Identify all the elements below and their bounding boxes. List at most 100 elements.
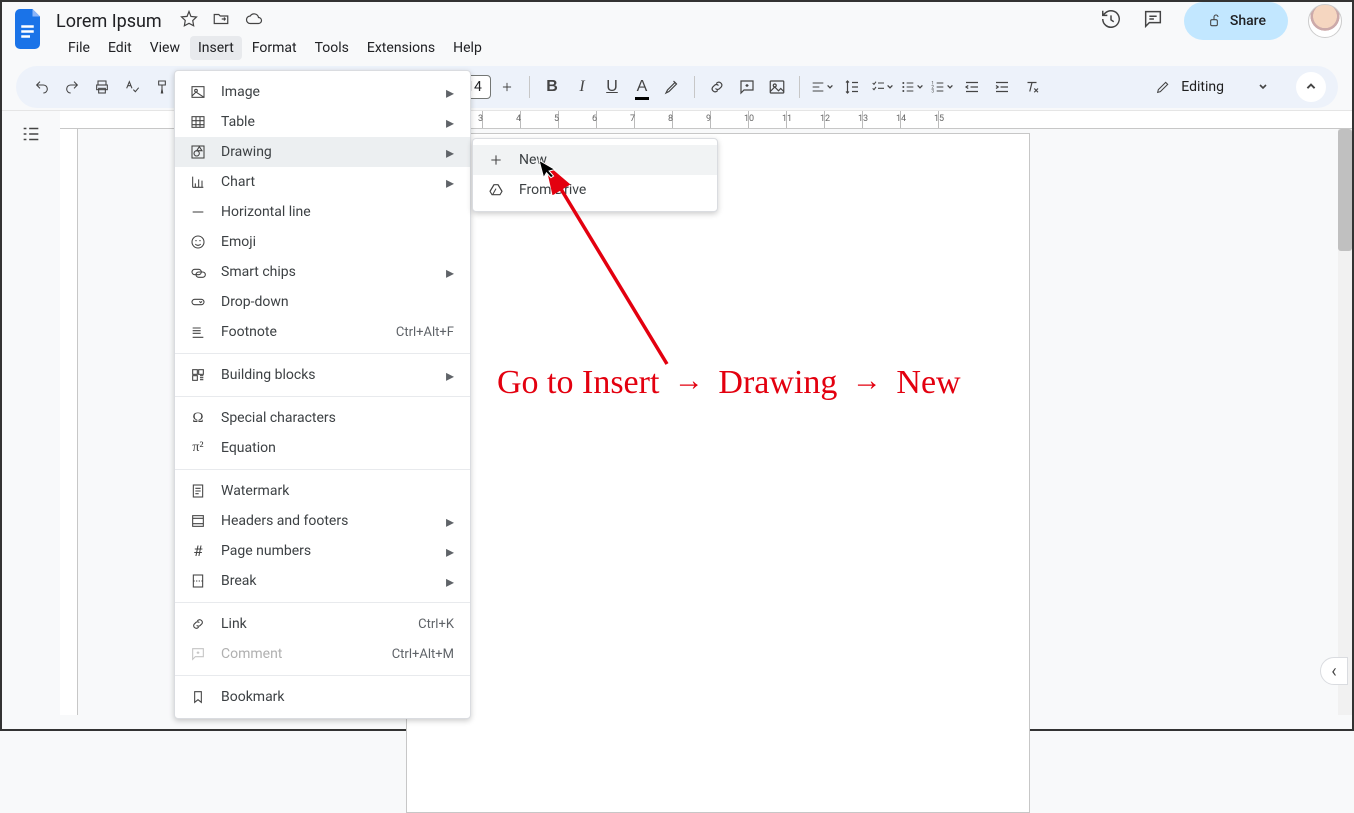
chevron-right-icon: ▸ [446, 143, 454, 162]
insert-table[interactable]: Table ▸ [175, 107, 470, 137]
titlebar: Lorem Ipsum Share [2, 2, 1352, 34]
omega-icon: Ω [189, 410, 207, 427]
chevron-right-icon: ▸ [446, 572, 454, 591]
insert-footnote[interactable]: Footnote Ctrl+Alt+F [175, 317, 470, 347]
chevron-right-icon: ▸ [446, 512, 454, 531]
plus-icon [487, 152, 505, 168]
italic-button[interactable]: I [568, 73, 596, 101]
chevron-right-icon: ▸ [446, 173, 454, 192]
linespacing-button[interactable] [838, 73, 866, 101]
menu-insert[interactable]: Insert [190, 36, 242, 60]
menu-file[interactable]: File [60, 36, 98, 60]
bulletlist-button[interactable] [898, 73, 926, 101]
separator [175, 353, 470, 354]
break-icon [189, 573, 207, 589]
svg-text:3: 3 [931, 88, 934, 94]
buildingblocks-icon [189, 367, 207, 383]
insert-link[interactable]: Link Ctrl+K [175, 609, 470, 639]
chevron-right-icon: ▸ [446, 366, 454, 385]
insert-comment: Comment Ctrl+Alt+M [175, 639, 470, 669]
explore-button[interactable]: ‹ [1320, 657, 1348, 685]
vertical-scrollbar[interactable] [1338, 129, 1352, 715]
menu-edit[interactable]: Edit [100, 36, 140, 60]
menu-view[interactable]: View [142, 36, 188, 60]
undo-button[interactable] [28, 73, 56, 101]
image-icon [189, 84, 207, 100]
share-button[interactable]: Share [1184, 2, 1288, 40]
history-icon[interactable] [1100, 8, 1122, 34]
bold-button[interactable]: B [538, 73, 566, 101]
underline-button[interactable]: U [598, 73, 626, 101]
textcolor-button[interactable]: A [628, 73, 656, 101]
indentinc-button[interactable] [988, 73, 1016, 101]
paintformat-button[interactable] [148, 73, 176, 101]
collapse-toolbar[interactable] [1296, 72, 1326, 102]
separator [175, 396, 470, 397]
watermark-icon [189, 483, 207, 499]
insert-break[interactable]: Break ▸ [175, 566, 470, 596]
move-icon[interactable] [212, 10, 230, 32]
spellcheck-button[interactable] [118, 73, 146, 101]
insert-buildingblocks[interactable]: Building blocks ▸ [175, 360, 470, 390]
comments-icon[interactable] [1142, 8, 1164, 34]
checklist-button[interactable] [868, 73, 896, 101]
insertlink-button[interactable] [703, 73, 731, 101]
avatar[interactable] [1308, 4, 1342, 38]
bookmark-icon [189, 689, 207, 705]
hash-icon: # [189, 542, 207, 560]
drawing-icon [189, 144, 207, 160]
headers-icon [189, 513, 207, 529]
insert-dropdownchip[interactable]: Drop-down [175, 287, 470, 317]
separator [175, 469, 470, 470]
redo-button[interactable] [58, 73, 86, 101]
insert-smartchips[interactable]: Smart chips ▸ [175, 257, 470, 287]
separator [175, 602, 470, 603]
insert-emoji[interactable]: Emoji [175, 227, 470, 257]
insertimage-button[interactable] [763, 73, 791, 101]
drawing-new[interactable]: New [473, 145, 717, 175]
drive-icon [487, 182, 505, 198]
star-icon[interactable] [180, 10, 198, 32]
insert-bookmark[interactable]: Bookmark [175, 682, 470, 712]
fontsize-inc[interactable] [493, 73, 521, 101]
doc-title[interactable]: Lorem Ipsum [54, 11, 162, 32]
indentdec-button[interactable] [958, 73, 986, 101]
vertical-ruler[interactable] [60, 129, 78, 715]
outline-icon[interactable] [20, 123, 42, 715]
print-button[interactable] [88, 73, 116, 101]
insert-horizontalline[interactable]: Horizontal line [175, 197, 470, 227]
mode-editing[interactable]: Editing [1139, 71, 1284, 103]
cloud-status-icon[interactable] [244, 10, 264, 32]
mode-label: Editing [1181, 79, 1224, 95]
menu-extensions[interactable]: Extensions [359, 36, 443, 60]
align-button[interactable] [808, 73, 836, 101]
menu-tools[interactable]: Tools [307, 36, 357, 60]
menu-help[interactable]: Help [445, 36, 490, 60]
menu-format[interactable]: Format [244, 36, 305, 60]
insert-drawing[interactable]: Drawing ▸ [175, 137, 470, 167]
page-canvas[interactable] [406, 133, 1030, 813]
insert-equation[interactable]: π² Equation [175, 433, 470, 463]
chevron-right-icon: ▸ [446, 113, 454, 132]
dropdown-icon [189, 294, 207, 310]
insert-headers[interactable]: Headers and footers ▸ [175, 506, 470, 536]
clearformat-button[interactable] [1018, 73, 1046, 101]
insert-specialchars[interactable]: Ω Special characters [175, 403, 470, 433]
chart-icon [189, 174, 207, 190]
insert-image[interactable]: Image ▸ [175, 77, 470, 107]
hr-icon [189, 204, 207, 220]
insert-pagenumbers[interactable]: # Page numbers ▸ [175, 536, 470, 566]
footnote-icon [189, 324, 207, 340]
highlight-button[interactable] [658, 73, 686, 101]
insert-watermark[interactable]: Watermark [175, 476, 470, 506]
insert-chart[interactable]: Chart ▸ [175, 167, 470, 197]
docs-logo[interactable] [12, 5, 48, 53]
insert-dropdown: Image ▸ Table ▸ Drawing ▸ Chart ▸ Horizo… [174, 70, 471, 719]
table-icon [189, 114, 207, 130]
chevron-right-icon: ▸ [446, 542, 454, 561]
separator [175, 675, 470, 676]
numberlist-button[interactable]: 123 [928, 73, 956, 101]
addcomment-button[interactable] [733, 73, 761, 101]
chevron-right-icon: ▸ [446, 83, 454, 102]
drawing-fromdrive[interactable]: From Drive [473, 175, 717, 205]
